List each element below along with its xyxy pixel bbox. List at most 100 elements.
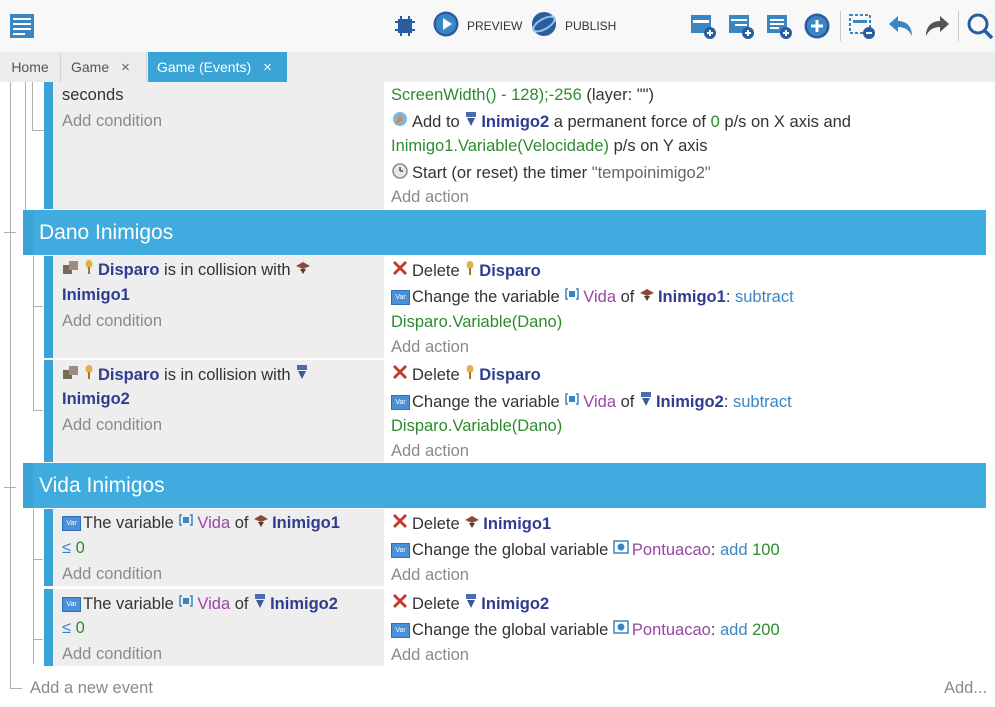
add-comment-icon[interactable] [765, 12, 793, 40]
project-manager-icon[interactable] [8, 12, 36, 40]
condition-line-cont[interactable]: ≤ 0 [62, 537, 85, 559]
preview-button[interactable]: PREVIEW [432, 11, 523, 40]
delete-event-icon[interactable] [848, 12, 876, 40]
action-text: Delete [412, 262, 460, 280]
tab-home[interactable]: Home [0, 52, 61, 82]
variable-name: Pontuacao [631, 621, 711, 639]
condition-text: The variable [83, 595, 174, 613]
tree-line [33, 410, 43, 411]
condition-line[interactable]: Disparo is in collision with [62, 363, 312, 387]
event-bar[interactable] [44, 82, 53, 209]
condition-line[interactable]: Var The variable Vida of Inimigo1 [62, 512, 340, 534]
operator: subtract [733, 393, 792, 411]
event-bar[interactable] [44, 256, 53, 358]
action-line[interactable]: Delete Inimigo1 [391, 512, 551, 536]
action-line[interactable]: Add to Inimigo2 a permanent force of 0 p… [391, 110, 851, 134]
add-condition-link[interactable]: Add condition [62, 310, 162, 332]
debugger-icon[interactable] [391, 12, 419, 40]
operator: subtract [735, 288, 794, 306]
action-line[interactable]: Var Change the global variable Pontuacao… [391, 539, 780, 561]
global-variable-icon [613, 539, 629, 561]
add-subevent-icon[interactable] [727, 12, 755, 40]
action-text: Change the global variable [412, 541, 609, 559]
publish-icon [530, 10, 558, 43]
condition-line-cont[interactable]: ≤ 0 [62, 617, 85, 639]
add-new-event-link[interactable]: Add a new event [30, 677, 153, 699]
action-text: Delete [412, 366, 460, 384]
toolbar-divider [958, 11, 959, 41]
variable-icon: Var [62, 596, 81, 612]
publish-button[interactable]: PUBLISH [530, 10, 616, 43]
event-bar[interactable] [44, 509, 53, 586]
object-name: Inimigo1 [272, 514, 340, 532]
action-line-cont[interactable]: Disparo.Variable(Dano) [391, 415, 562, 437]
condition-line[interactable]: Var The variable Vida of Inimigo2 [62, 592, 338, 616]
action-line[interactable]: ScreenWidth() - 128);-256 (layer: "") [391, 84, 654, 106]
condition-line-cont[interactable]: Inimigo2 [62, 388, 130, 410]
add-event-icon[interactable] [689, 12, 717, 40]
condition-text: of [234, 595, 249, 613]
close-icon[interactable]: × [263, 59, 272, 76]
object-name: Inimigo2 [481, 595, 550, 613]
group-header[interactable]: Dano Inimigos [33, 210, 986, 255]
variable-icon: Var [391, 622, 410, 638]
inimigo2-icon [464, 110, 478, 134]
variable-name: Vida [197, 595, 231, 613]
object-variable-icon [564, 286, 580, 308]
add-condition-link[interactable]: Add condition [62, 563, 162, 585]
action-line-cont[interactable]: Disparo.Variable(Dano) [391, 311, 562, 333]
object-name: Inimigo2 [481, 113, 550, 131]
action-line-cont[interactable]: Inimigo1.Variable(Velocidade) p/s on Y a… [391, 135, 707, 157]
add-condition-link[interactable]: Add condition [62, 643, 162, 665]
search-icon[interactable] [966, 12, 994, 40]
add-action-link[interactable]: Add action [391, 440, 469, 462]
action-line[interactable]: Delete Disparo [391, 259, 541, 283]
object-name: Inimigo2 [655, 393, 724, 411]
global-variable-icon [613, 619, 629, 641]
force-icon [391, 110, 409, 134]
add-action-link[interactable]: Add action [391, 564, 469, 586]
action-line[interactable]: Start (or reset) the timer "tempoinimigo… [391, 161, 711, 185]
tree-line [10, 82, 11, 688]
add-icon[interactable] [803, 12, 831, 40]
action-line[interactable]: Delete Disparo [391, 363, 541, 387]
tab-game-events[interactable]: Game (Events) × [148, 52, 287, 82]
value: 0 [75, 619, 85, 637]
tree-line [25, 82, 26, 210]
value: 0 [75, 539, 85, 557]
event-bar[interactable] [44, 589, 53, 666]
inimigo1-icon [253, 512, 269, 534]
condition-line-cont[interactable]: Inimigo1 [62, 284, 130, 306]
action-text: Change the variable [412, 288, 560, 306]
group-bar [23, 210, 33, 255]
expression: Disparo.Variable(Dano) [391, 313, 563, 331]
undo-icon[interactable] [886, 12, 916, 40]
event-bar[interactable] [44, 360, 53, 462]
tab-game[interactable]: Game × [61, 52, 147, 82]
colon: : [723, 393, 729, 411]
add-action-link[interactable]: Add action [391, 186, 469, 208]
add-action-link[interactable]: Add action [391, 644, 469, 666]
action-line[interactable]: Var Change the variable Vida of Inimigo2… [391, 390, 792, 414]
operator: add [720, 541, 748, 559]
add-condition-link[interactable]: Add condition [62, 110, 162, 132]
group-header[interactable]: Vida Inimigos [33, 463, 986, 508]
action-line[interactable]: Var Change the global variable Pontuacao… [391, 619, 780, 641]
action-text: Add to [412, 113, 460, 131]
condition-line[interactable]: Disparo is in collision with [62, 259, 314, 281]
action-text: a permanent force of [553, 113, 707, 131]
action-text: Delete [412, 595, 460, 613]
add-action-link[interactable]: Add action [391, 336, 469, 358]
add-condition-link[interactable]: Add condition [62, 414, 162, 436]
action-line[interactable]: Var Change the variable Vida of Inimigo1… [391, 286, 794, 308]
event-sheet[interactable]: seconds Add condition ScreenWidth() - 12… [0, 82, 995, 707]
action-line[interactable]: Delete Inimigo2 [391, 592, 549, 616]
colon: : [725, 288, 731, 306]
colon: : [710, 621, 716, 639]
redo-icon[interactable] [922, 12, 952, 40]
close-icon[interactable]: × [121, 59, 130, 76]
variable-name: Pontuacao [631, 541, 711, 559]
group-title: Dano Inimigos [39, 220, 174, 244]
add-menu-link[interactable]: Add... [944, 677, 987, 699]
preview-label: PREVIEW [467, 19, 523, 33]
